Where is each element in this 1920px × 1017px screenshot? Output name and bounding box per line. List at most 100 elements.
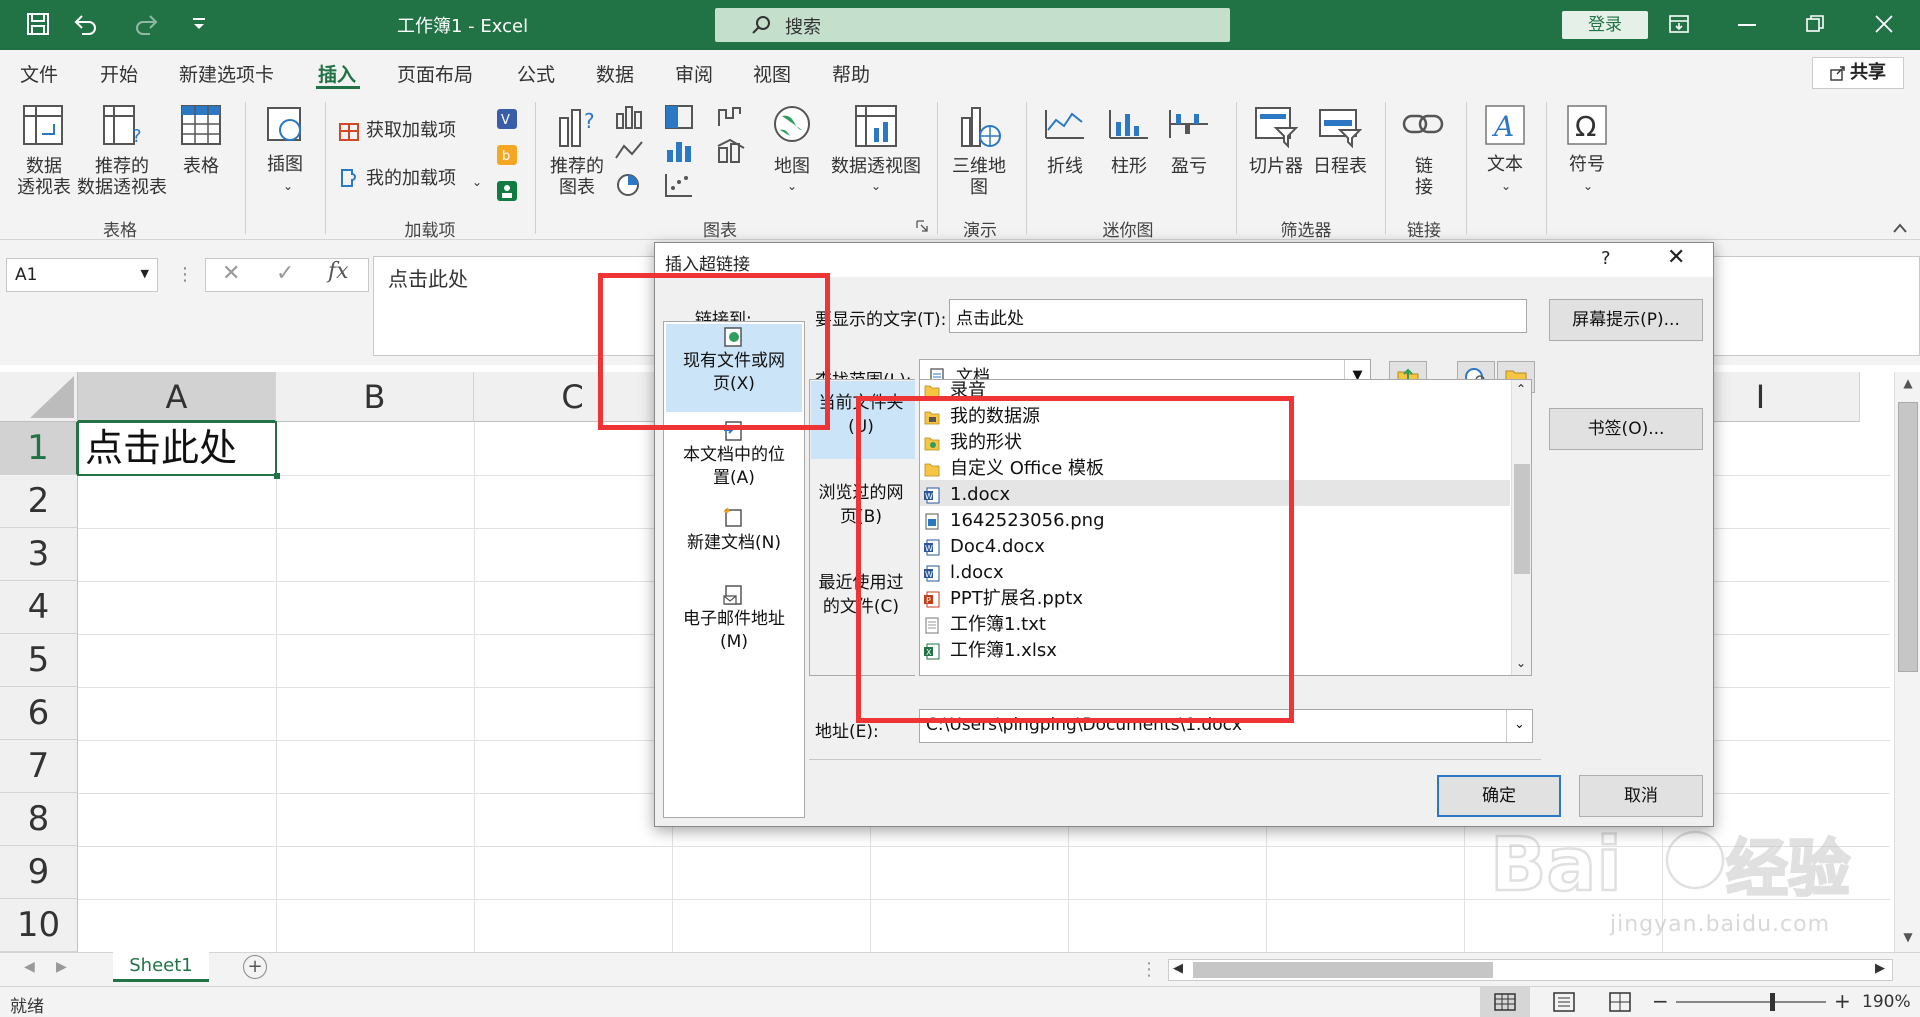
confirm-edit-icon[interactable]: ✓ (276, 261, 294, 286)
zoom-in-icon[interactable]: + (1834, 989, 1851, 1013)
row-header-2[interactable]: 2 (0, 475, 78, 528)
select-all-corner[interactable] (0, 372, 78, 422)
row-header-1[interactable]: 1 (0, 422, 78, 475)
sparkline-line-button[interactable]: 折线 (1040, 156, 1090, 177)
get-addins-button[interactable]: 获取加载项 (366, 120, 456, 141)
customize-icon[interactable] (192, 16, 206, 32)
pivot-table-icon[interactable] (22, 104, 64, 146)
file-list-scroll-thumb[interactable] (1514, 464, 1530, 574)
redo-icon[interactable] (130, 12, 160, 36)
my-addins-button[interactable]: 我的加载项 (366, 168, 456, 189)
page-layout-view-button[interactable] (1544, 987, 1584, 1017)
pie-chart-icon[interactable] (614, 172, 644, 198)
file-list-scroll-up-icon[interactable]: ⌃ (1516, 382, 1526, 396)
dialog-launcher-icon[interactable] (916, 220, 928, 232)
cell-a1[interactable]: 点击此处 (77, 421, 277, 476)
vertical-scroll-thumb[interactable] (1898, 402, 1918, 672)
cancel-button[interactable]: 取消 (1579, 775, 1703, 817)
insert-function-icon[interactable]: fx (328, 259, 349, 284)
slicer-button[interactable]: 切片器 (1246, 156, 1306, 177)
display-text-input[interactable]: 点击此处 (949, 299, 1527, 333)
hierarchy-chart-icon[interactable] (664, 104, 694, 130)
tab-home[interactable]: 开始 (100, 60, 138, 87)
close-icon[interactable] (1874, 14, 1894, 34)
waterfall-chart-icon[interactable] (716, 104, 746, 130)
prev-sheet-icon[interactable]: ◀ (24, 959, 35, 975)
restore-icon[interactable] (1806, 15, 1824, 33)
sparkline-column-button[interactable]: 柱形 (1104, 156, 1154, 177)
recommended-charts-icon[interactable]: ? (556, 104, 602, 150)
file-list-scroll-down-icon[interactable]: ⌄ (1516, 656, 1526, 670)
scroll-down-icon[interactable]: ▼ (1897, 930, 1919, 950)
tab-data[interactable]: 数据 (596, 60, 634, 87)
symbols-button[interactable]: 符号 (1562, 154, 1612, 175)
slicer-icon[interactable] (1254, 104, 1298, 148)
table-icon[interactable] (180, 104, 222, 146)
tab-insert[interactable]: 插入 (318, 60, 356, 87)
3d-map-button[interactable]: 三维地 图 (948, 156, 1010, 198)
next-sheet-icon[interactable]: ▶ (56, 959, 67, 975)
illustrations-button[interactable]: 插图 (260, 154, 310, 175)
collapse-ribbon-icon[interactable] (1892, 222, 1908, 234)
tab-file[interactable]: 文件 (20, 60, 58, 87)
bookmark-button[interactable]: 书签(O)... (1549, 408, 1703, 450)
add-sheet-icon[interactable]: + (243, 955, 267, 979)
login-button[interactable]: 登录 (1562, 11, 1648, 39)
more-options-icon[interactable]: ⋮ (176, 264, 194, 285)
zoom-level[interactable]: 190% (1862, 992, 1911, 1012)
pivot-chart-button[interactable]: 数据透视图 (828, 156, 924, 177)
row-header-4[interactable]: 4 (0, 581, 78, 634)
ribbon-display-icon[interactable] (1668, 13, 1690, 35)
illustrations-icon[interactable] (264, 104, 306, 146)
help-button[interactable]: ? (1601, 248, 1611, 269)
existing-file-option[interactable]: 现有文件或网 页(X) (668, 350, 800, 396)
pivot-chart-icon[interactable] (854, 104, 898, 148)
undo-icon[interactable] (72, 12, 102, 36)
column-header-c[interactable]: C (474, 372, 672, 422)
link-button[interactable]: 链 接 (1412, 156, 1436, 198)
current-folder-option[interactable]: 当前文件夹 (U) (810, 391, 912, 439)
name-box-dropdown-icon[interactable]: ▼ (141, 267, 149, 280)
timeline-icon[interactable] (1318, 106, 1362, 148)
line-chart-icon[interactable] (614, 138, 644, 164)
symbols-icon[interactable]: Ω (1566, 104, 1608, 146)
row-header-10[interactable]: 10 (0, 899, 78, 952)
tab-new[interactable]: 新建选项卡 (179, 60, 274, 87)
tab-review[interactable]: 审阅 (675, 60, 713, 87)
row-header-7[interactable]: 7 (0, 740, 78, 793)
table-button[interactable]: 表格 (176, 156, 226, 177)
save-icon[interactable] (26, 12, 50, 36)
screentip-button[interactable]: 屏幕提示(P)... (1549, 299, 1703, 341)
people-graph-icon[interactable] (496, 180, 518, 202)
sparkline-column-icon[interactable] (1108, 108, 1150, 140)
cancel-edit-icon[interactable]: ✕ (222, 261, 240, 286)
search-input[interactable]: 搜索 (715, 8, 1230, 42)
recommended-pivot-button[interactable]: 推荐的 数据透视表 (74, 156, 170, 198)
scatter-chart-icon[interactable] (664, 172, 694, 198)
recent-files-option[interactable]: 最近使用过 的文件(C) (810, 571, 912, 619)
zoom-slider-thumb[interactable] (1770, 993, 1775, 1011)
scroll-right-icon[interactable]: ▶ (1875, 961, 1885, 976)
tab-formulas[interactable]: 公式 (517, 60, 555, 87)
row-header-8[interactable]: 8 (0, 793, 78, 846)
tab-view[interactable]: 视图 (753, 60, 791, 87)
row-header-6[interactable]: 6 (0, 687, 78, 740)
file-list[interactable]: 录音 我的数据源 我的形状 自定义 Office 模板 W 1.docx 1642… (919, 379, 1532, 676)
address-input[interactable]: C:\Users\pingping\Documents\1.docx ⌄ (919, 709, 1533, 743)
horizontal-scroll-thumb[interactable] (1193, 962, 1493, 978)
file-list-scrollbar[interactable]: ⌃ ⌄ (1511, 380, 1531, 675)
scroll-left-icon[interactable]: ◀ (1173, 961, 1183, 976)
map-chart-icon[interactable] (772, 104, 812, 146)
text-icon[interactable]: A (1484, 104, 1526, 146)
pivot-table-button[interactable]: 数据 透视表 (14, 156, 74, 198)
page-break-view-button[interactable] (1600, 987, 1640, 1017)
tab-help[interactable]: 帮助 (832, 60, 870, 87)
browsed-pages-option[interactable]: 浏览过的网 页(B) (810, 481, 912, 529)
scroll-up-icon[interactable]: ▲ (1897, 376, 1919, 396)
row-header-3[interactable]: 3 (0, 528, 78, 581)
vertical-scrollbar[interactable]: ▲ ▼ (1894, 372, 1920, 952)
combo-chart-icon[interactable] (716, 138, 746, 164)
fill-handle[interactable] (274, 473, 280, 479)
sheet-tab-sheet1[interactable]: Sheet1 (113, 952, 209, 982)
timeline-button[interactable]: 日程表 (1310, 156, 1370, 177)
